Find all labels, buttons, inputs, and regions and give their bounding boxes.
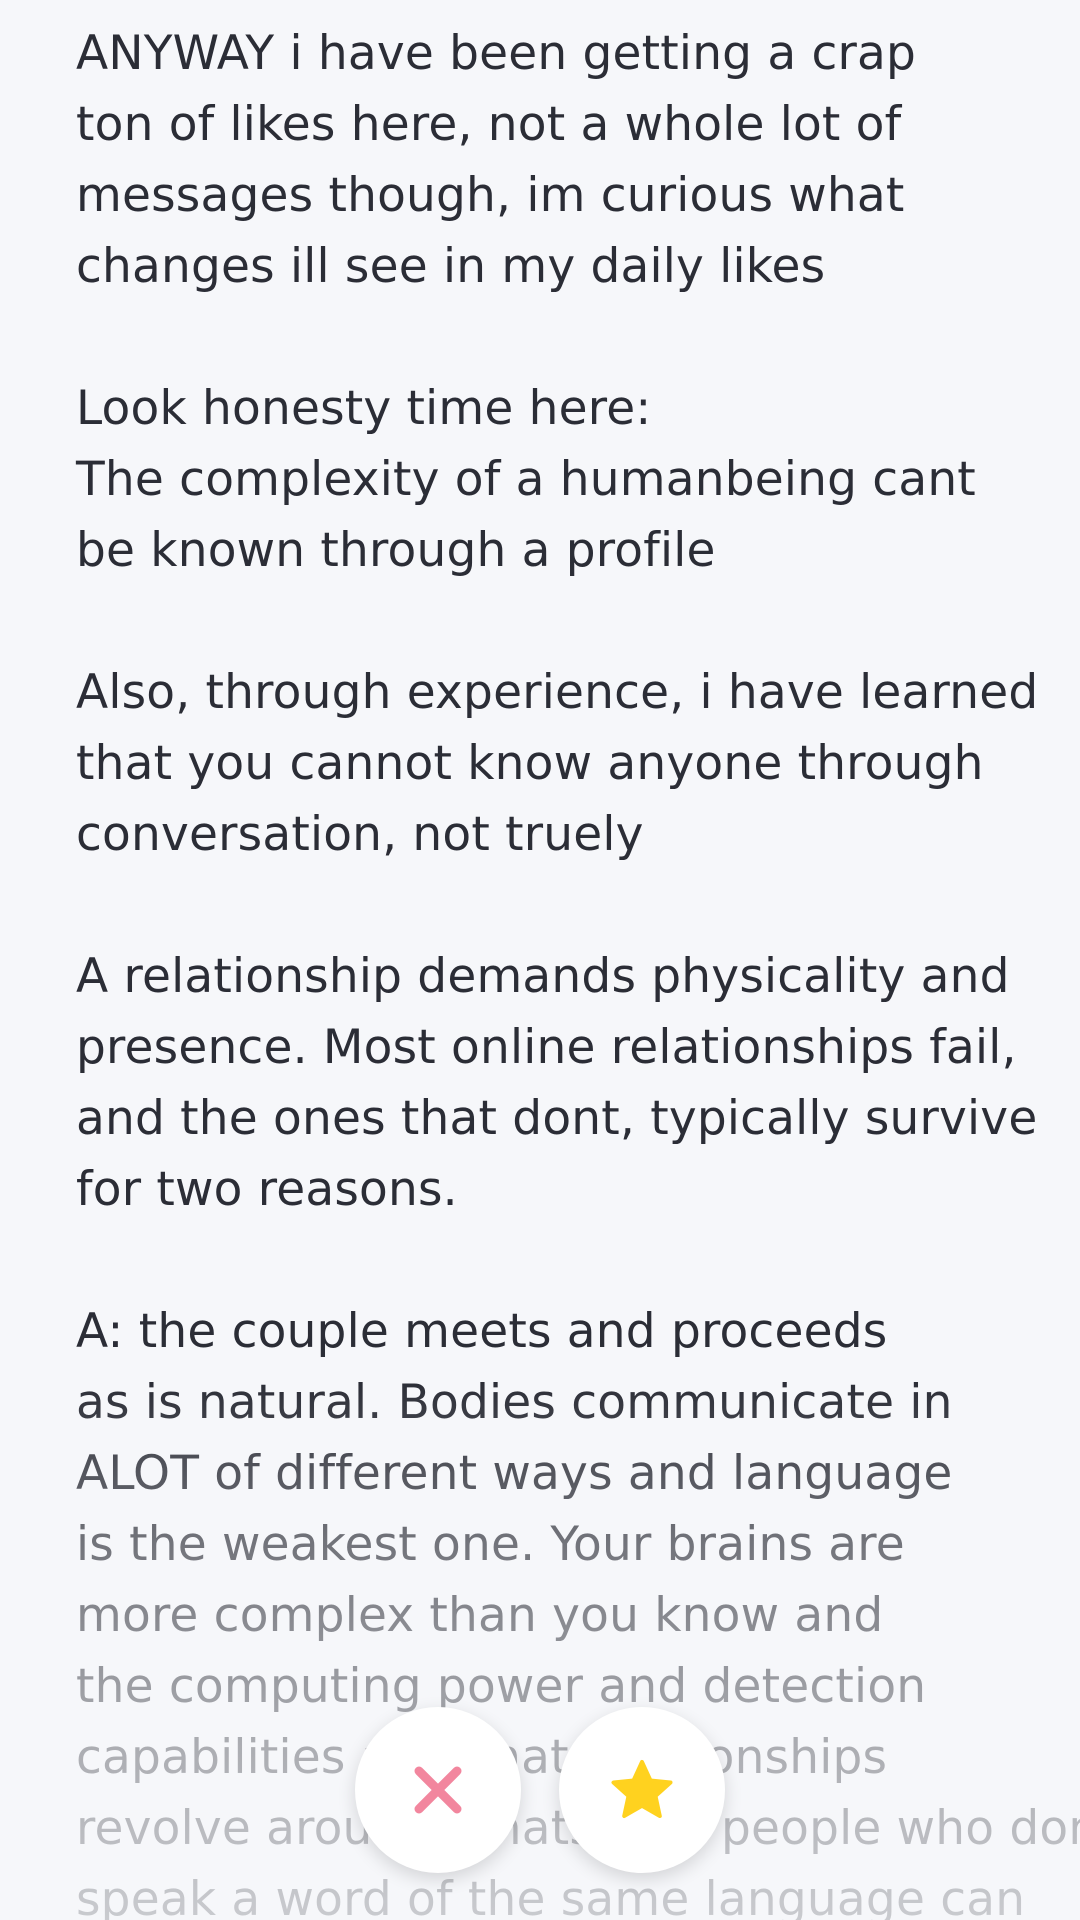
essay-line: more complex than you know and [76,1588,884,1643]
essay-line: Also, through experience, i have learned [76,665,1039,720]
essay-line: A: the couple meets and proceeds [76,1304,888,1359]
essay-paragraph: Also, through experience, i have learned… [76,657,1039,870]
pass-button[interactable] [355,1707,521,1873]
star-icon [610,1759,674,1821]
essay-line: ton of likes here, not a whole lot of [76,97,902,152]
close-icon [413,1765,463,1815]
essay-paragraph: ANYWAY i have been getting a crap ton of… [76,18,1016,302]
profile-screen: ANYWAY i have been getting a crap ton of… [0,0,1080,1920]
essay-line: is the weakest one. Your brains are [76,1517,905,1572]
essay-line: messages though, im curious what [76,168,905,223]
essay-line: The complexity of a humanbeing cant [76,452,976,507]
superlike-button[interactable] [559,1707,725,1873]
essay-line: presence. Most online relationships fail… [76,1020,1017,1075]
essay-line: Look honesty time here: [76,381,652,436]
essay-paragraph: A relationship demands physicality and p… [76,941,1038,1225]
essay-line: changes ill see in my daily likes [76,239,826,294]
action-bar [0,1707,1080,1877]
essay-line: ALOT of different ways and language [76,1446,953,1501]
essay-line: ANYWAY i have been getting a crap [76,26,917,81]
essay-line: as is natural. Bodies communicate in [76,1375,953,1430]
essay-line: that you cannot know anyone through [76,736,984,791]
essay-line: be known through a profile [76,523,716,578]
essay-line: conversation, not truely [76,807,644,862]
essay-line: A relationship demands physicality and [76,949,1010,1004]
essay-line: for two reasons. [76,1162,458,1217]
profile-essay: ANYWAY i have been getting a crap ton of… [76,18,1080,1920]
essay-line: and the ones that dont, typically surviv… [76,1091,1038,1146]
essay-paragraph: Look honesty time here: The complexity o… [76,373,1016,586]
